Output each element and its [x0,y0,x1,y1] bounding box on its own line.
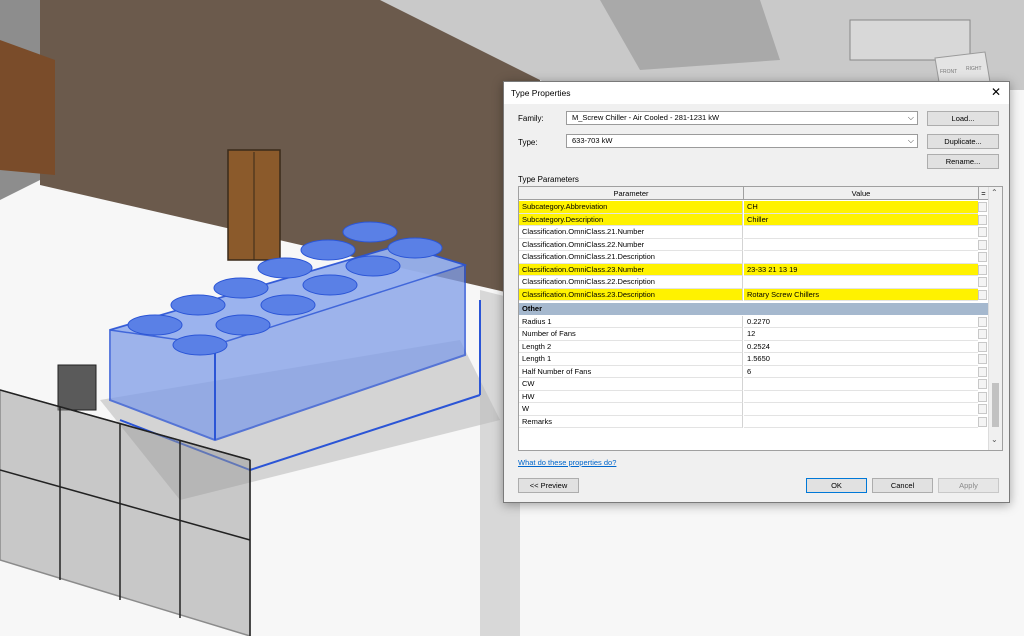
parameter-name: Classification.OmniClass.23.Number [519,263,743,276]
scroll-down-icon[interactable]: ⌄ [991,435,998,444]
row-formula-button[interactable] [978,366,987,377]
parameter-name: W [519,403,743,416]
row-formula-button[interactable] [978,316,987,327]
row-formula-button[interactable] [978,404,987,414]
row-formula-button[interactable] [978,227,987,237]
parameter-name: Classification.OmniClass.21.Number [519,226,743,239]
parameter-name: Length 2 [519,340,743,353]
duplicate-button[interactable]: Duplicate... [927,134,999,149]
parameter-value[interactable]: 0.2270 [744,316,978,328]
parameter-value[interactable]: 0.2524 [744,341,978,353]
ok-button[interactable]: OK [806,478,867,493]
column-header-equals: = [978,187,988,200]
row-formula-button[interactable] [978,341,987,352]
row-formula-button[interactable] [978,239,987,250]
row-formula-button[interactable] [978,329,987,339]
parameter-name: Number of Fans [519,328,743,341]
type-parameters-label: Type Parameters [518,175,579,184]
row-formula-button[interactable] [978,354,987,364]
parameter-value[interactable] [744,276,978,289]
dialog-titlebar[interactable]: Type Properties ✕ [504,82,1009,104]
dialog-title: Type Properties [511,88,571,98]
row-formula-button[interactable] [978,264,987,275]
parameter-name: Classification.OmniClass.22.Number [519,238,743,251]
load-button[interactable]: Load... [927,111,999,126]
parameter-value[interactable] [744,239,978,251]
parameter-name: Subcategory.Description [519,213,743,226]
family-label: Family: [518,114,544,123]
column-header-parameter[interactable]: Parameter [519,187,744,200]
parameter-name: Subcategory.Abbreviation [519,201,743,214]
parameter-name: Classification.OmniClass.21.Description [519,251,743,264]
parameter-value[interactable] [744,251,978,264]
parameter-value[interactable]: Rotary Screw Chillers [744,288,978,301]
type-select[interactable]: 633-703 kW ⌵ [566,134,918,148]
row-formula-button[interactable] [978,391,987,402]
preview-button[interactable]: << Preview [518,478,579,493]
parameter-name: Half Number of Fans [519,365,743,378]
parameter-name: HW [519,390,743,403]
parameter-name: Radius 1 [519,315,743,328]
parameter-value[interactable]: CH [744,201,978,214]
chevron-down-icon: ⌵ [907,136,914,145]
parameter-name: Classification.OmniClass.23.Description [519,288,743,301]
apply-button[interactable]: Apply [938,478,999,493]
parameter-name: Length 1 [519,353,743,366]
viewcube-right: RIGHT [966,66,982,72]
type-label: Type: [518,138,538,147]
family-select[interactable]: M_Screw Chiller - Air Cooled - 281-1231 … [566,111,918,125]
row-formula-button[interactable] [978,416,987,427]
parameter-value[interactable] [744,378,978,391]
row-formula-button[interactable] [978,252,987,262]
row-formula-button[interactable] [978,379,987,389]
rename-button[interactable]: Rename... [927,154,999,169]
parameter-value[interactable]: Chiller [744,213,978,226]
table-scrollbar[interactable]: ⌃ ⌄ [988,187,1002,450]
parameter-name: CW [519,378,743,391]
cancel-button[interactable]: Cancel [872,478,933,493]
chevron-down-icon: ⌵ [907,113,914,122]
row-formula-button[interactable] [978,214,987,225]
row-formula-button[interactable] [978,289,987,300]
parameter-name: Classification.OmniClass.22.Description [519,276,743,289]
help-link[interactable]: What do these properties do? [518,458,616,467]
parameter-value[interactable] [744,416,978,428]
parameter-value[interactable]: 23-33 21 13 19 [744,263,978,276]
parameter-name: Remarks [519,415,743,428]
group-header-other[interactable]: Other [519,303,988,315]
family-value: M_Screw Chiller - Air Cooled - 281-1231 … [572,113,720,122]
parameter-value[interactable]: 12 [744,328,978,341]
parameter-value[interactable] [744,403,978,416]
column-header-value[interactable]: Value [744,187,978,200]
parameter-value[interactable]: 1.5650 [744,353,978,366]
scrollbar-thumb[interactable] [992,383,999,427]
type-properties-dialog: Type Properties ✕ Family: M_Screw Chille… [503,81,1010,503]
row-formula-button[interactable] [978,277,987,287]
row-formula-button[interactable] [978,202,987,212]
parameter-value[interactable] [744,226,978,239]
scroll-up-icon[interactable]: ⌃ [991,188,998,197]
type-value: 633-703 kW [572,136,613,145]
type-parameters-table: Parameter Value = Subcategory.Abbreviati… [518,186,1003,451]
viewcube-front: FRONT [940,69,957,75]
left-door [0,40,55,175]
parameter-value[interactable]: 6 [744,366,978,378]
parameter-value[interactable] [744,391,978,403]
close-icon[interactable]: ✕ [989,85,1003,99]
control-box [57,364,97,411]
